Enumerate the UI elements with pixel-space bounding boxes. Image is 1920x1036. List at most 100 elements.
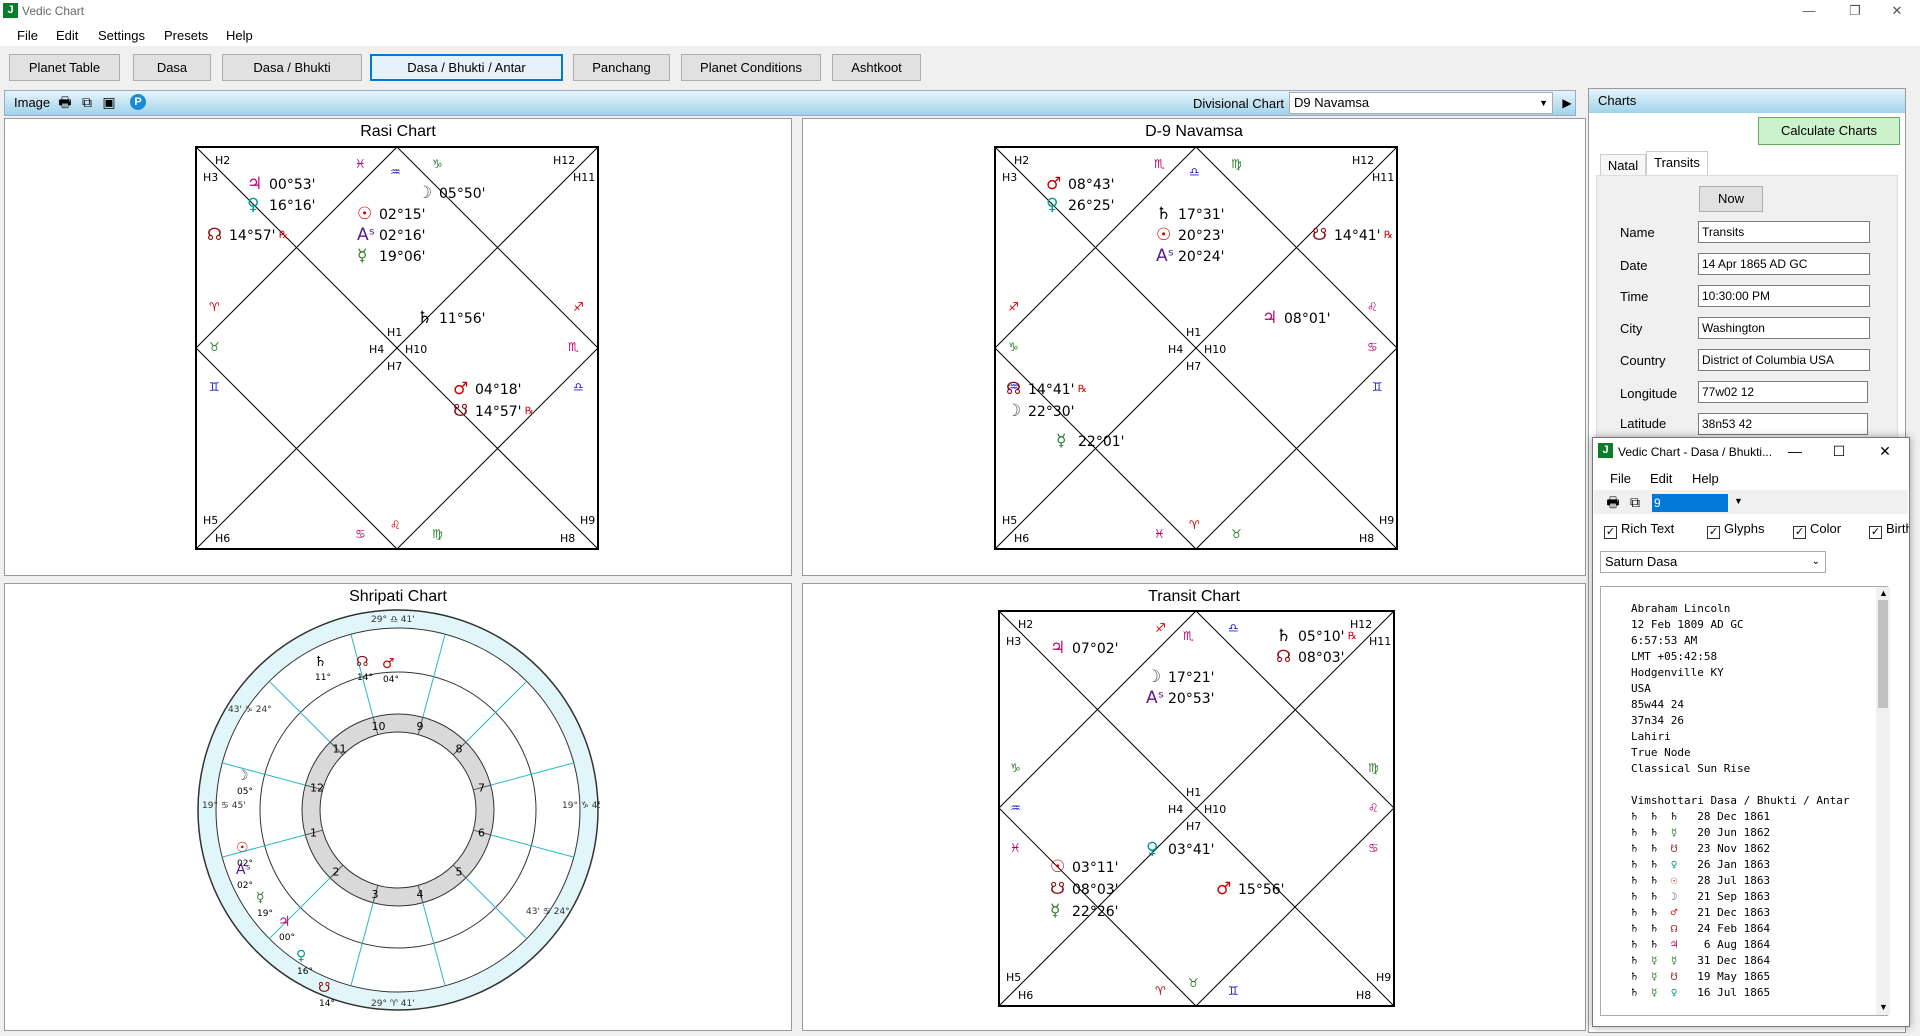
charts-panel-title: Charts bbox=[1598, 93, 1637, 108]
house-label: H11 bbox=[1372, 171, 1394, 184]
dasa-glyph: ♀ bbox=[1670, 858, 1691, 871]
planet-degree: 26°25' bbox=[1068, 198, 1114, 214]
menu-edit[interactable]: Edit bbox=[1650, 471, 1672, 486]
minimize-button[interactable]: — bbox=[1778, 440, 1812, 462]
cusp-label: 43' ♑ 24° bbox=[228, 705, 272, 715]
page-select[interactable]: 9 bbox=[1652, 494, 1728, 512]
dasa-row: ♄ ♄ ♄ 28 Dec 1861 bbox=[1631, 809, 1887, 825]
planet-glyph: ☋ bbox=[1312, 225, 1327, 245]
house-number: 5 bbox=[456, 866, 463, 879]
dasa-glyph: ♄ bbox=[1650, 922, 1671, 935]
planet-glyph: ☊ bbox=[356, 654, 368, 670]
date-label: Date bbox=[1620, 258, 1648, 273]
planet-glyph: ♃ bbox=[1050, 638, 1065, 658]
planet-degree: 22°30' bbox=[1028, 404, 1074, 420]
checkbox-label: Color bbox=[1810, 521, 1842, 536]
planet-glyph: ♄ bbox=[1276, 626, 1291, 646]
name-field[interactable]: Transits bbox=[1698, 221, 1870, 243]
scroll-down-icon[interactable]: ▼ bbox=[1879, 1002, 1888, 1012]
restore-button[interactable]: ❐ bbox=[1832, 0, 1878, 22]
time-field[interactable]: 10:30:00 PM bbox=[1698, 285, 1870, 307]
menu-help[interactable]: Help bbox=[1692, 471, 1719, 486]
date-field[interactable]: 14 Apr 1865 AD GC bbox=[1698, 253, 1870, 275]
city-field[interactable]: Washington bbox=[1698, 317, 1870, 339]
sign-glyph: ♋ bbox=[355, 527, 366, 541]
close-button[interactable]: ✕ bbox=[1874, 0, 1920, 22]
dasa-text-area[interactable]: Abraham Lincoln 12 Feb 1809 AD GC 6:57:53 … bbox=[1600, 586, 1888, 1016]
p-icon[interactable]: P bbox=[130, 94, 146, 110]
scrollbar-thumb[interactable] bbox=[1878, 600, 1888, 708]
rasi-title: Rasi Chart bbox=[360, 123, 436, 140]
cusp-label: 29° ♈ 41' bbox=[371, 999, 415, 1009]
planet-table-button[interactable]: Planet Table bbox=[9, 54, 120, 81]
dasa-date: 24 Feb 1864 bbox=[1690, 922, 1771, 935]
dasa-glyph: ♀ bbox=[1670, 986, 1691, 999]
sign-glyph: ♈ bbox=[1155, 984, 1166, 998]
ashtkoot-button[interactable]: Ashtkoot bbox=[832, 54, 921, 81]
print-icon[interactable]: 🖶 bbox=[56, 93, 74, 111]
dasa-header-line: Vimshottari Dasa / Bhukti / Antar bbox=[1631, 794, 1850, 807]
maximize-button[interactable]: ☐ bbox=[1822, 440, 1856, 462]
dasa-glyph: ♄ bbox=[1631, 986, 1651, 999]
glyphs-checkbox[interactable]: ✓ Glyphs bbox=[1707, 521, 1764, 539]
planet-degree: 11° bbox=[315, 673, 331, 683]
panchang-button[interactable]: Panchang bbox=[573, 54, 670, 81]
close-button[interactable]: ✕ bbox=[1868, 440, 1902, 462]
planet-glyph: ☿ bbox=[1050, 901, 1060, 921]
divisional-chart-select[interactable]: D9 Navamsa ▼ bbox=[1289, 92, 1553, 114]
dasa-select[interactable]: Saturn Dasa ⌄ bbox=[1600, 551, 1826, 573]
house-label: H8 bbox=[1356, 989, 1371, 1002]
save-image-icon[interactable]: ▣ bbox=[100, 93, 118, 111]
dasa-glyph: ♄ bbox=[1631, 970, 1651, 983]
copy-icon[interactable]: ⧉ bbox=[78, 93, 96, 111]
country-field[interactable]: District of Columbia USA bbox=[1698, 349, 1870, 371]
now-button[interactable]: Now bbox=[1699, 186, 1763, 212]
print-icon[interactable]: 🖶 bbox=[1604, 493, 1622, 511]
latitude-field[interactable]: 38n53 42 bbox=[1698, 413, 1868, 435]
menu-settings[interactable]: Settings bbox=[98, 28, 145, 43]
menu-presets[interactable]: Presets bbox=[164, 28, 208, 43]
tab-natal[interactable]: Natal bbox=[1600, 154, 1646, 176]
longitude-field[interactable]: 77w02 12 bbox=[1698, 381, 1868, 403]
menu-edit[interactable]: Edit bbox=[56, 28, 78, 43]
dasa-date: 28 Dec 1861 bbox=[1690, 810, 1771, 823]
house-label: H10 bbox=[1204, 803, 1226, 816]
scroll-up-icon[interactable]: ▲ bbox=[1879, 588, 1888, 598]
copy-icon[interactable]: ⧉ bbox=[1626, 493, 1644, 511]
planet-conditions-button[interactable]: Planet Conditions bbox=[681, 54, 821, 81]
planet-glyph: ☽ bbox=[1006, 401, 1021, 421]
planet-glyph: ☊ bbox=[1006, 379, 1021, 399]
chevron-down-icon[interactable]: ▼ bbox=[1734, 496, 1743, 506]
calculate-charts-button[interactable]: Calculate Charts bbox=[1758, 117, 1900, 145]
planet-glyph: ☊ bbox=[207, 225, 222, 245]
sign-glyph: ♌ bbox=[1368, 801, 1379, 815]
minimize-button[interactable]: — bbox=[1786, 0, 1832, 22]
menu-help[interactable]: Help bbox=[226, 28, 253, 43]
planet-glyph: ♂ bbox=[1216, 879, 1231, 899]
color-checkbox[interactable]: ✓ Color bbox=[1793, 521, 1841, 539]
house-label: H3 bbox=[1002, 171, 1017, 184]
dasa-bhukti-button[interactable]: Dasa / Bhukti bbox=[222, 54, 362, 81]
sign-glyph: ♓ bbox=[1154, 527, 1165, 541]
dasa-header-line: Lahiri bbox=[1631, 730, 1671, 743]
menu-file[interactable]: File bbox=[17, 28, 38, 43]
dasa-glyph: ☊ bbox=[1670, 922, 1691, 935]
dasa-glyph: ☿ bbox=[1650, 986, 1671, 999]
dasa-bhukti-antar-button[interactable]: Dasa / Bhukti / Antar bbox=[370, 54, 563, 81]
dasa-header-line: USA bbox=[1631, 682, 1651, 695]
tab-transits[interactable]: Transits bbox=[1646, 151, 1708, 176]
birth-checkbox[interactable]: ✓Birth bbox=[1869, 521, 1909, 539]
next-icon[interactable]: ▶ bbox=[1558, 92, 1576, 114]
dasa-glyph: ♄ bbox=[1631, 938, 1651, 951]
rich-text-checkbox[interactable]: ✓ Rich Text bbox=[1604, 521, 1674, 539]
retrograde-icon: ℞ bbox=[525, 406, 534, 417]
house-label: H5 bbox=[1006, 971, 1021, 984]
planet-degree: 08°03' bbox=[1072, 882, 1118, 898]
planet-glyph: ☿ bbox=[1056, 431, 1066, 451]
sign-glyph: ♎ bbox=[1228, 621, 1239, 635]
planet-degree: 04°18' bbox=[475, 382, 521, 398]
dasa-button[interactable]: Dasa bbox=[133, 54, 211, 81]
checkbox-label: Rich Text bbox=[1621, 521, 1675, 536]
menu-file[interactable]: File bbox=[1610, 471, 1631, 486]
house-number: 8 bbox=[456, 742, 463, 755]
